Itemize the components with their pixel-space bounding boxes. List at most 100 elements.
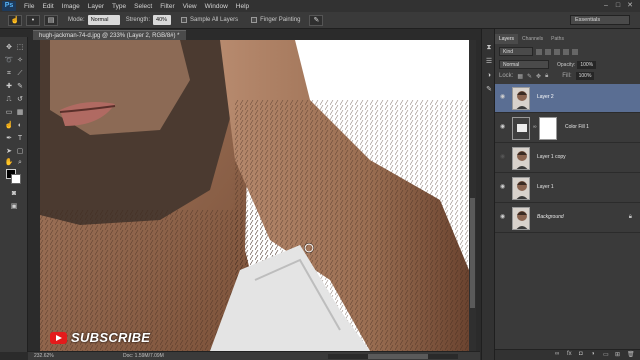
filter-shape-icon[interactable] [563, 48, 569, 55]
vertical-scrollbar[interactable] [469, 40, 476, 351]
menu-file[interactable]: File [24, 3, 34, 10]
link-layers-icon[interactable]: ∞ [555, 351, 559, 357]
kind-filter-select[interactable]: Kind [499, 47, 533, 56]
menu-type[interactable]: Type [112, 3, 126, 10]
blend-mode-select[interactable]: Normal [499, 60, 549, 69]
history-brush-tool-icon[interactable]: ↺ [15, 95, 25, 105]
layer-name[interactable]: Layer 1 [537, 184, 554, 190]
gradient-tool-icon[interactable]: ▦ [15, 108, 25, 118]
quick-mask-icon[interactable]: ◙ [9, 189, 19, 199]
clone-stamp-tool-icon[interactable]: ⎍ [4, 95, 14, 105]
delete-layer-icon[interactable]: 🗑︎ [627, 351, 635, 358]
menu-image[interactable]: Image [62, 3, 80, 10]
layer-row[interactable]: ◉ Layer 1 copy [495, 144, 640, 173]
zoom-tool-icon[interactable]: ⌕ [15, 158, 25, 168]
eye-icon[interactable]: ◉ [500, 154, 507, 161]
filter-smart-object-icon[interactable] [572, 48, 578, 55]
crop-tool-icon[interactable]: ⌗ [4, 69, 14, 79]
dodge-tool-icon[interactable]: ◐ [15, 121, 25, 131]
document-canvas[interactable] [40, 40, 469, 351]
healing-tool-icon[interactable]: ✚ [4, 82, 14, 92]
layers-panel: Layers Channels Paths Kind Normal Opacit… [495, 29, 640, 360]
smudge-tool-icon[interactable]: ☝ [4, 121, 14, 131]
lock-pixels-icon[interactable]: ✎ [527, 73, 532, 80]
filter-pixel-icon[interactable] [536, 48, 542, 55]
layer-name[interactable]: Color Fill 1 [565, 124, 589, 130]
pressure-icon[interactable]: ✎ [309, 14, 324, 26]
tab-paths[interactable]: Paths [547, 34, 568, 44]
menu-filter[interactable]: Filter [160, 3, 174, 10]
eye-icon[interactable]: ◉ [500, 184, 507, 191]
lock-position-icon[interactable]: ✥ [536, 73, 541, 80]
properties-panel-icon[interactable]: ☰ [484, 57, 494, 67]
new-group-icon[interactable]: ▭ [603, 351, 609, 358]
link-icon[interactable]: ∞ [533, 124, 537, 130]
shape-tool-icon[interactable]: ▢ [15, 147, 25, 157]
menu-window[interactable]: Window [205, 3, 228, 10]
type-tool-icon[interactable]: T [15, 134, 25, 144]
vertical-scroll-thumb[interactable] [470, 198, 475, 308]
maximize-icon[interactable]: □ [612, 1, 624, 11]
brush-preset-icon[interactable]: • [26, 14, 40, 26]
eraser-tool-icon[interactable]: ▭ [4, 108, 14, 118]
adjustments-panel-icon[interactable]: ◑ [484, 71, 494, 81]
menu-help[interactable]: Help [236, 3, 249, 10]
horizontal-scroll-thumb[interactable] [368, 354, 428, 359]
lock-transparent-icon[interactable]: ▦ [517, 73, 523, 80]
tab-channels[interactable]: Channels [518, 34, 547, 44]
screen-mode-icon[interactable]: ▣ [9, 202, 19, 212]
new-layer-icon[interactable]: ⊞ [615, 351, 620, 358]
lasso-tool-icon[interactable]: ➰ [4, 56, 14, 66]
background-color-swatch[interactable] [11, 174, 21, 184]
menu-edit[interactable]: Edit [42, 3, 53, 10]
layer-name[interactable]: Layer 1 copy [537, 154, 566, 160]
tab-layers[interactable]: Layers [495, 34, 519, 44]
new-adjustment-icon[interactable]: ◑ [591, 351, 595, 357]
brush-panel-icon[interactable]: ✎ [484, 85, 494, 95]
filter-adjustment-icon[interactable] [545, 48, 551, 55]
horizontal-scrollbar[interactable] [328, 354, 458, 359]
pen-tool-icon[interactable]: ✒ [4, 134, 14, 144]
eye-icon[interactable]: ◉ [500, 214, 507, 221]
layer-row[interactable]: ◉ Background 🔒︎ [495, 204, 640, 233]
eye-icon[interactable]: ◉ [500, 124, 507, 131]
sample-all-layers-checkbox[interactable] [181, 17, 188, 23]
finger-painting-label: Finger Painting [260, 17, 301, 23]
portrait-thumbnail [513, 178, 529, 199]
zoom-level[interactable]: 232.62% [34, 352, 54, 360]
lock-all-icon[interactable]: 🔒︎ [545, 73, 548, 80]
menu-view[interactable]: View [183, 3, 197, 10]
fx-icon[interactable]: fx [567, 351, 572, 357]
close-icon[interactable]: ✕ [624, 1, 636, 11]
path-select-tool-icon[interactable]: ➤ [4, 147, 14, 157]
layer-name[interactable]: Layer 2 [537, 94, 554, 100]
history-panel-icon[interactable]: ⧗ [484, 43, 494, 53]
brush-panel-icon[interactable]: ▤ [44, 14, 58, 26]
brush-tool-icon[interactable]: ✎ [15, 82, 25, 92]
layer-row[interactable]: ◉ Layer 1 [495, 174, 640, 203]
smudge-tool-icon[interactable]: ☝ [8, 14, 22, 26]
opacity-label: Opacity: [557, 61, 576, 68]
finger-painting-checkbox[interactable] [251, 17, 258, 23]
strength-input[interactable]: 40% [153, 15, 172, 25]
workspace-select[interactable]: Essentials [570, 15, 630, 25]
eye-icon[interactable]: ◉ [500, 94, 507, 101]
opacity-input[interactable]: 100% [577, 60, 597, 69]
layer-name[interactable]: Background [537, 214, 564, 220]
layer-row[interactable]: ◉ Layer 2 [495, 84, 640, 113]
move-tool-icon[interactable]: ✥ [4, 43, 14, 53]
options-bar: ☝ • ▤ Mode: Normal Strength: 40% Sample … [0, 12, 640, 29]
menu-layer[interactable]: Layer [88, 3, 104, 10]
layer-row[interactable]: ◉ ∞ Color Fill 1 [495, 114, 640, 143]
minimize-icon[interactable]: – [600, 1, 612, 11]
eyedropper-tool-icon[interactable]: ⟋ [15, 69, 25, 79]
filter-type-icon[interactable] [554, 48, 560, 55]
menu-select[interactable]: Select [134, 3, 152, 10]
hand-tool-icon[interactable]: ✋ [4, 158, 14, 168]
quick-select-tool-icon[interactable]: ✧ [15, 56, 25, 66]
mode-select[interactable]: Normal [87, 15, 120, 25]
marquee-tool-icon[interactable]: ⬚ [15, 43, 25, 53]
document-tab[interactable]: hugh-jackman-74-d.jpg @ 233% (Layer 2, R… [33, 30, 186, 40]
add-mask-icon[interactable]: ◘ [579, 351, 583, 357]
fill-input[interactable]: 100% [575, 72, 595, 80]
